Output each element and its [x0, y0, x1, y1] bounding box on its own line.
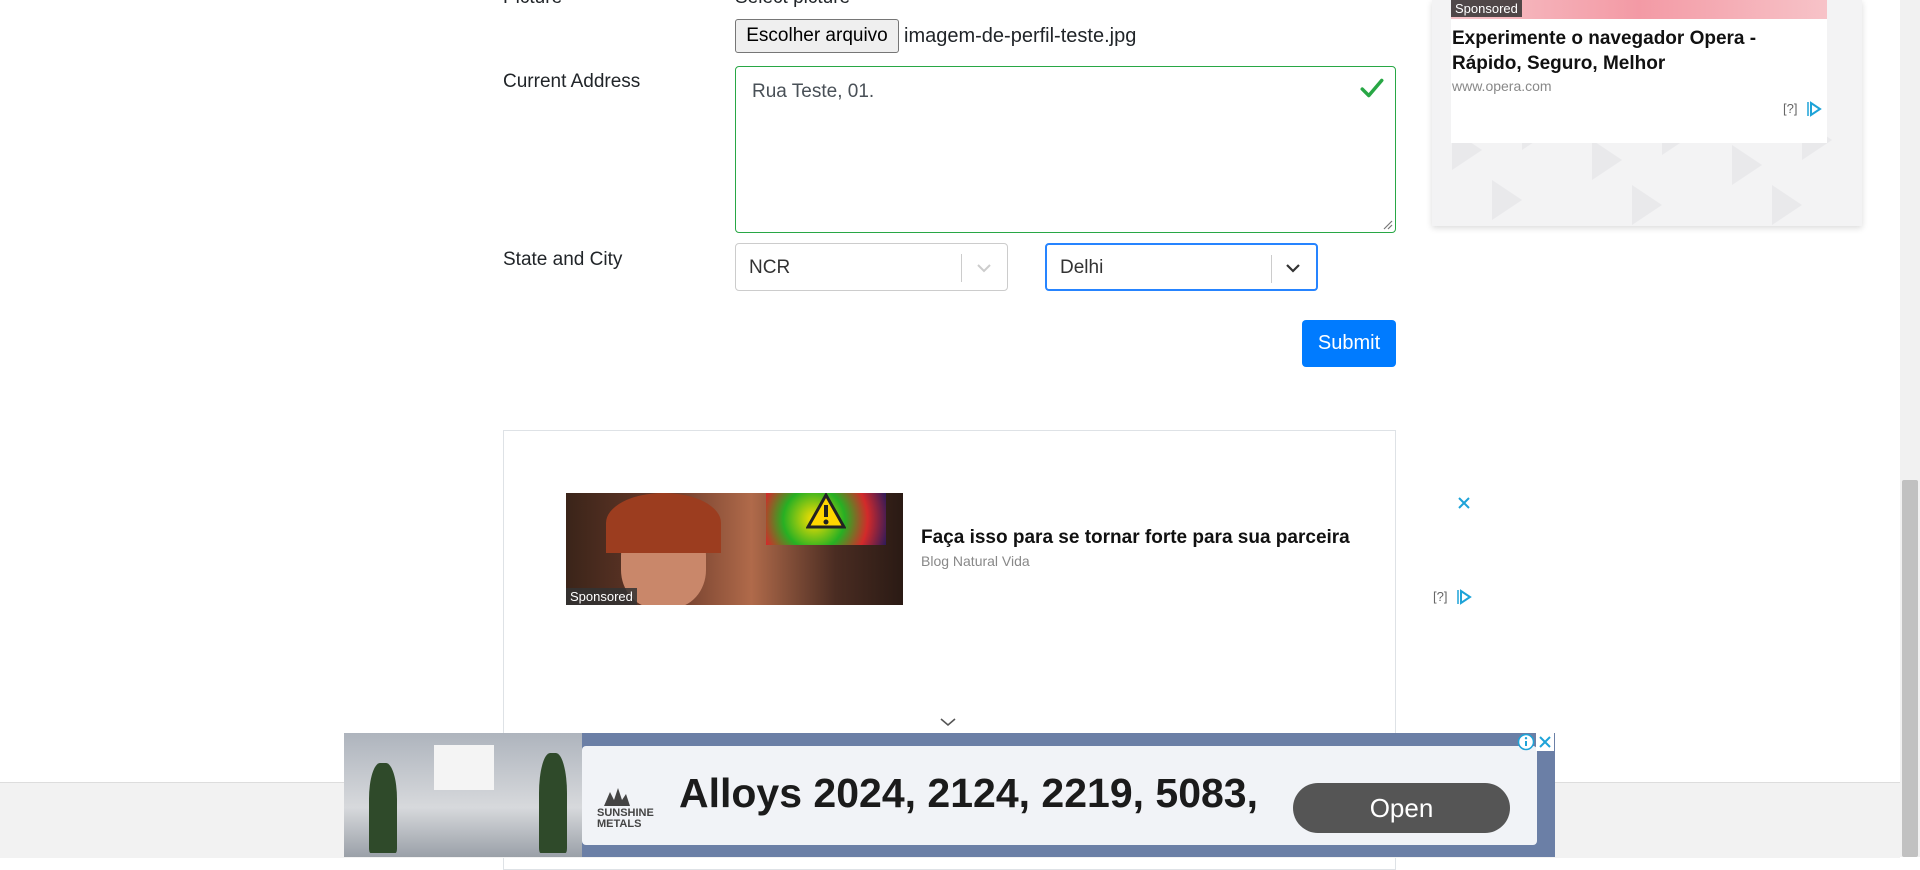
- scrollbar-thumb[interactable]: [1902, 480, 1918, 857]
- city-value: Delhi: [1060, 257, 1104, 278]
- address-textarea[interactable]: Rua Teste, 01.: [735, 66, 1396, 233]
- picture-hint: Select picture: [735, 0, 850, 9]
- ad-hair-shape: [606, 493, 721, 553]
- chevron-down-icon[interactable]: [1283, 258, 1303, 278]
- side-ad-title-line1: Experimente o navegador Opera -: [1452, 28, 1757, 49]
- tree-shape: [369, 763, 397, 853]
- address-value: Rua Teste, 01.: [752, 81, 875, 102]
- state-select[interactable]: NCR: [735, 243, 1008, 291]
- inline-ad-title[interactable]: Faça isso para se tornar forte para sua …: [921, 527, 1350, 549]
- sticky-ad-content: SUNSHINE METALS Alloys 2024, 2124, 2219,…: [582, 746, 1537, 845]
- brand-line2: METALS: [597, 818, 642, 830]
- state-value: NCR: [749, 257, 791, 278]
- city-select-separator: [1271, 255, 1272, 283]
- chevron-down-icon[interactable]: [974, 258, 994, 278]
- resize-handle-icon[interactable]: [1383, 220, 1393, 230]
- open-button[interactable]: Open: [1293, 783, 1510, 833]
- close-icon[interactable]: [1457, 496, 1471, 510]
- side-ad-title[interactable]: Experimente o navegador Opera - Rápido, …: [1452, 26, 1756, 76]
- sunshine-metals-logo: SUNSHINE METALS: [597, 808, 654, 830]
- state-city-label: State and City: [503, 249, 623, 270]
- building-sign: [434, 745, 494, 790]
- side-ad-choice[interactable]: [?]: [1783, 101, 1797, 116]
- side-ad-source: www.opera.com: [1452, 78, 1552, 94]
- valid-check-icon: [1360, 78, 1384, 98]
- inline-ad-image[interactable]: Sponsored: [566, 493, 903, 605]
- side-ad[interactable]: Sponsored Experimente o navegador Opera …: [1432, 0, 1862, 226]
- info-icon[interactable]: [1517, 733, 1535, 751]
- chevron-down-icon[interactable]: [938, 716, 958, 728]
- close-icon[interactable]: [1536, 733, 1554, 751]
- state-select-separator: [961, 254, 962, 282]
- inline-ad-source: Blog Natural Vida: [921, 553, 1030, 569]
- adchoices-icon[interactable]: [1806, 101, 1822, 117]
- picture-label: Picture: [503, 0, 562, 9]
- adchoices-icon[interactable]: [1456, 589, 1472, 605]
- inline-ad-sponsored-tag: Sponsored: [566, 588, 637, 605]
- choose-file-button[interactable]: Escolher arquivo: [735, 19, 899, 53]
- sticky-ad-headline[interactable]: Alloys 2024, 2124, 2219, 5083,: [679, 770, 1258, 817]
- sticky-bottom-ad[interactable]: SUNSHINE METALS Alloys 2024, 2124, 2219,…: [344, 733, 1555, 857]
- sticky-ad-building-image: [344, 733, 582, 857]
- warning-icon: [806, 493, 846, 529]
- side-ad-title-line2: Rápido, Seguro, Melhor: [1452, 53, 1666, 74]
- submit-button[interactable]: Submit: [1302, 320, 1396, 367]
- address-label: Current Address: [503, 71, 641, 92]
- file-name-text: imagem-de-perfil-teste.jpg: [904, 25, 1137, 47]
- tree-shape: [539, 753, 567, 853]
- sunshine-metals-logo-icon: [604, 788, 630, 806]
- side-ad-sponsored-tag: Sponsored: [1451, 0, 1522, 17]
- inline-ad-choice[interactable]: [?]: [1433, 589, 1447, 604]
- city-select[interactable]: Delhi: [1045, 243, 1318, 291]
